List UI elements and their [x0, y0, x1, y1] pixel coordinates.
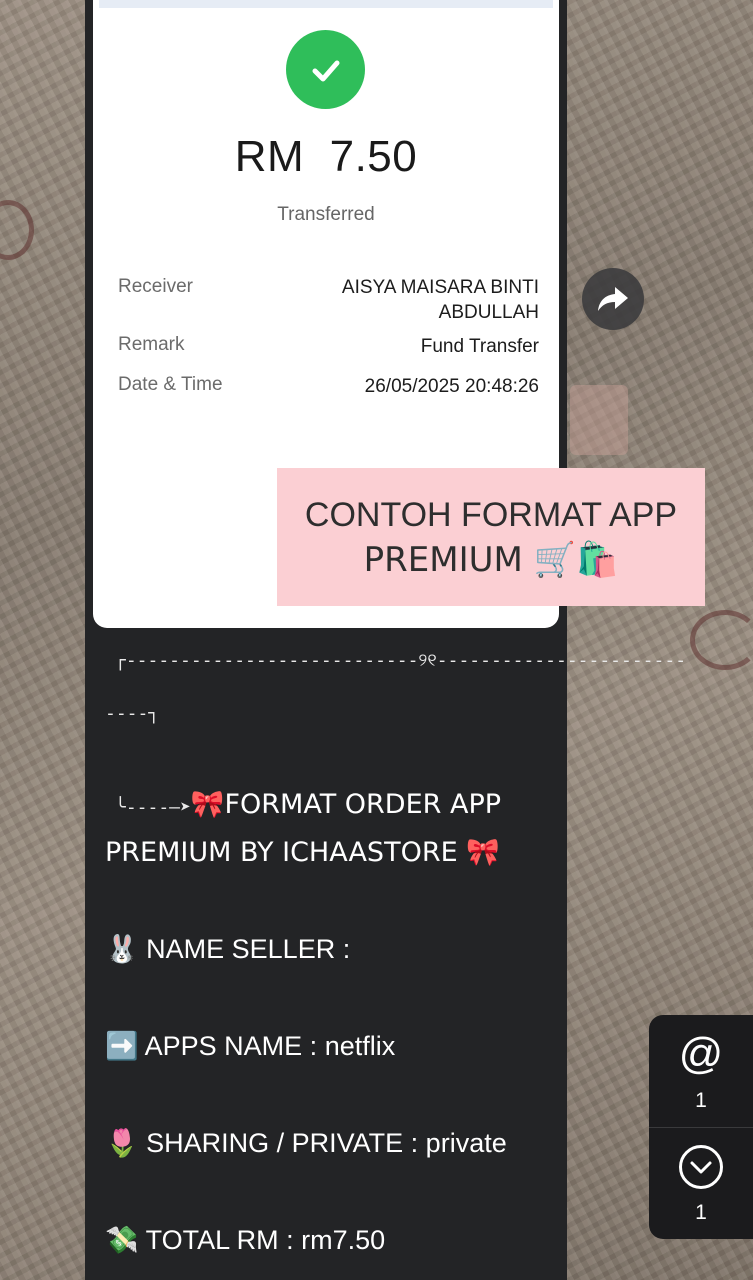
field-name-seller: 🐰 NAME SELLER :	[105, 933, 350, 965]
share-button[interactable]	[582, 268, 644, 330]
field-text: NAME SELLER :	[146, 934, 351, 964]
caption-sticker: CONTOH FORMAT APP PREMIUM 🛒🛍️	[277, 468, 705, 606]
scroll-down-button[interactable]: 1	[649, 1127, 753, 1239]
right-arrow-icon: ➡️	[105, 1031, 139, 1062]
transfer-status: Transferred	[277, 204, 375, 225]
floating-navigation-panel: @ 1 1	[649, 1015, 753, 1239]
remark-label: Remark	[118, 334, 185, 355]
background-bow-decoration	[690, 610, 753, 670]
field-total-rm: 💸 TOTAL RM : rm7.50	[105, 1224, 385, 1256]
order-title-text: 🎀FORMAT ORDER APP	[190, 789, 502, 820]
sticker-line-2: PREMIUM 🛒🛍️	[363, 540, 619, 580]
background-ribbon-decoration	[570, 385, 628, 455]
receiver-value: AISYA MAISARA BINTI ABDULLAH	[341, 277, 539, 323]
at-mention-icon: @	[678, 1029, 724, 1078]
mentions-count: 1	[695, 1089, 707, 1112]
field-text: SHARING / PRIVATE : private	[146, 1128, 507, 1158]
field-text: TOTAL RM : rm7.50	[145, 1225, 386, 1255]
order-title-line-2: PREMIUM BY ICHAASTORE 🎀	[105, 837, 500, 868]
transfer-amount: RM 7.50	[234, 132, 418, 181]
remark-value: Fund Transfer	[420, 336, 539, 357]
datetime-label: Date & Time	[118, 374, 223, 395]
field-apps-name: ➡️ APPS NAME : netflix	[105, 1030, 395, 1062]
arrow-decoration: ╰----—➤	[115, 797, 191, 818]
receipt-top-bar	[99, 0, 553, 8]
share-arrow-icon	[598, 287, 628, 311]
divider-continuation: ----┐	[105, 703, 160, 724]
field-sharing-private: 🌷 SHARING / PRIVATE : private	[105, 1127, 507, 1159]
field-text: APPS NAME : netflix	[144, 1031, 396, 1061]
order-title-line-1: ╰----—➤🎀FORMAT ORDER APP	[115, 788, 501, 820]
money-wings-icon: 💸	[105, 1225, 139, 1256]
tulip-icon: 🌷	[105, 1128, 139, 1159]
divider-top: ┌---------------------------୨୧----------…	[115, 650, 687, 671]
check-icon	[286, 30, 365, 109]
mentions-button[interactable]: @ 1	[649, 1015, 753, 1127]
scroll-down-count: 1	[695, 1201, 707, 1224]
datetime-value: 26/05/2025 20:48:26	[364, 376, 539, 397]
chevron-down-icon	[678, 1144, 724, 1195]
sticker-line-1: CONTOH FORMAT APP	[304, 496, 678, 534]
background-bow-decoration	[0, 200, 34, 260]
receiver-label: Receiver	[118, 276, 193, 297]
bunny-icon: 🐰	[105, 934, 139, 965]
